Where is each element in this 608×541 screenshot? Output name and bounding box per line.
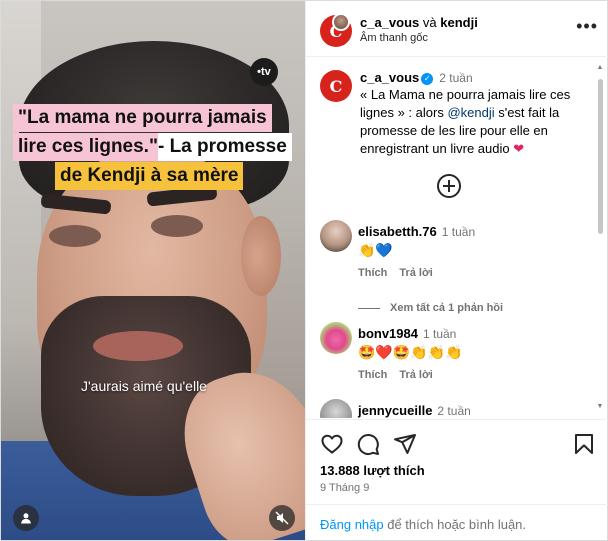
mention-link[interactable]: @kendji: [447, 105, 494, 120]
login-link[interactable]: Đăng nhập: [320, 517, 384, 532]
eye: [151, 215, 203, 237]
post-date[interactable]: 9 Tháng 9: [320, 482, 369, 494]
ear: [241, 216, 281, 296]
heart-icon[interactable]: [320, 432, 344, 456]
commenter-avatar[interactable]: [320, 399, 352, 418]
scroll-up-arrow-icon[interactable]: ▲: [596, 64, 604, 72]
action-bar: [320, 432, 596, 456]
scrollbar-thumb[interactable]: [598, 79, 603, 234]
caption-header: c_a_vous ✓ 2 tuần: [360, 70, 473, 85]
more-icon[interactable]: •••: [576, 17, 598, 35]
channel-logo: •tv: [250, 58, 278, 86]
comment-text: 🤩❤️🤩👏👏👏: [358, 344, 463, 360]
scroll-down-arrow-icon[interactable]: ▼: [596, 403, 604, 411]
login-prompt: Đăng nhập để thích hoặc bình luận.: [306, 504, 608, 541]
caption-username[interactable]: c_a_vous: [360, 70, 419, 85]
comments-section[interactable]: C c_a_vous ✓ 2 tuần « La Mama ne pourra ja…: [306, 58, 608, 418]
view-replies-button[interactable]: Xem tất cả 1 phản hồi: [358, 302, 503, 314]
like-comment-button[interactable]: Thích: [358, 267, 387, 279]
caption-author-avatar[interactable]: C: [320, 70, 352, 102]
post-authors: c_a_vous và kendji: [360, 15, 478, 30]
authors-conjunction: và: [422, 15, 437, 30]
caption-time[interactable]: 2 tuần: [439, 71, 472, 85]
comment-time[interactable]: 1 tuần: [423, 327, 456, 341]
reel-video[interactable]: •tv "La mama ne pourra jamais lire ces l…: [1, 1, 305, 540]
author-username[interactable]: c_a_vous: [360, 15, 419, 30]
reply-button[interactable]: Trả lời: [399, 369, 433, 381]
headline-line-2b: - La promesse: [157, 133, 292, 161]
collaborator-username[interactable]: kendji: [440, 15, 478, 30]
user-icon: [21, 513, 31, 524]
post-header: C c_a_vous và kendji Âm thanh gốc •••: [306, 1, 608, 57]
eye: [49, 225, 101, 247]
load-more-comments-button[interactable]: [437, 174, 461, 198]
commenter-username[interactable]: bonv1984: [358, 326, 418, 341]
like-comment-button[interactable]: Thích: [358, 369, 387, 381]
post-details-panel: C c_a_vous và kendji Âm thanh gốc ••• C …: [305, 1, 608, 540]
red-heart-emoji: ❤: [513, 141, 525, 156]
reply-button[interactable]: Trả lời: [399, 267, 433, 279]
commenter-username[interactable]: elisabetth.76: [358, 224, 437, 239]
mouth: [93, 331, 183, 361]
commenter-username[interactable]: jennycueille: [358, 403, 432, 418]
mute-button[interactable]: [269, 505, 295, 531]
comment-text: 👏💙: [358, 242, 393, 258]
comment-time[interactable]: 2 tuần: [437, 404, 470, 418]
muted-speaker-icon: [275, 511, 289, 525]
commenter-avatar[interactable]: [320, 322, 352, 354]
comment-time[interactable]: 1 tuần: [442, 225, 475, 239]
collaborator-avatar[interactable]: [332, 13, 350, 31]
caption-text: « La Mama ne pourra jamais lire ces lign…: [360, 87, 571, 156]
commenter-avatar[interactable]: [320, 220, 352, 252]
login-prompt-text: để thích hoặc bình luận.: [383, 517, 527, 532]
comment-icon[interactable]: [356, 432, 380, 456]
verified-badge-icon: ✓: [421, 72, 434, 85]
original-audio-link[interactable]: Âm thanh gốc: [360, 32, 428, 44]
video-subtitle: J'aurais aimé qu'elle: [81, 378, 207, 394]
share-icon[interactable]: [393, 432, 417, 456]
likes-count[interactable]: 13.888 lượt thích: [320, 463, 425, 478]
headline-line-1: "La mama ne pourra jamais: [13, 104, 272, 132]
video-headline: "La mama ne pourra jamais lire ces ligne…: [13, 104, 292, 191]
headline-line-3: de Kendji à sa mère: [55, 162, 244, 190]
headline-line-2a: lire ces lignes.": [13, 133, 158, 161]
post-footer: 13.888 lượt thích 9 Tháng 9 Đăng nhập để…: [306, 419, 608, 540]
bookmark-icon[interactable]: [572, 432, 596, 456]
tag-people-button[interactable]: [13, 505, 39, 531]
